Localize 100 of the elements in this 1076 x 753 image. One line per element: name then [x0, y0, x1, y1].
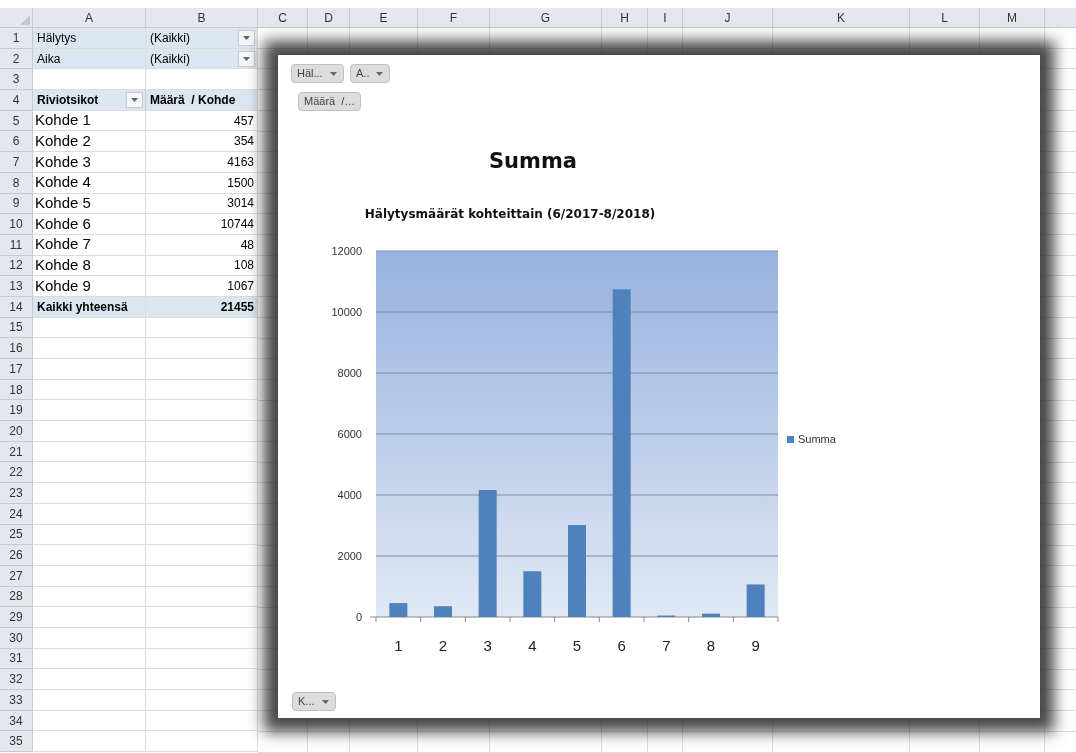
grid-cell[interactable]: Riviotsikot	[33, 90, 146, 111]
grid-cell[interactable]	[146, 627, 258, 649]
row-header[interactable]: 3	[0, 69, 33, 91]
row-header[interactable]: 21	[0, 441, 33, 463]
grid-cell[interactable]: 1500	[146, 172, 258, 194]
grid-cell[interactable]: 4163	[146, 152, 258, 173]
dropdown-button[interactable]	[238, 50, 255, 67]
dropdown-button[interactable]	[238, 29, 255, 46]
grid-cell[interactable]	[33, 690, 146, 711]
grid-cell[interactable]	[33, 586, 146, 608]
grid-cell[interactable]: Määrä / Kohde	[146, 90, 258, 111]
grid-cell[interactable]	[33, 627, 146, 649]
row-header[interactable]: 23	[0, 483, 33, 504]
grid-cell[interactable]	[33, 317, 146, 339]
column-header[interactable]: D	[308, 8, 350, 28]
grid-cell[interactable]	[146, 607, 258, 628]
row-header[interactable]: 18	[0, 379, 33, 401]
grid-cell[interactable]: Kaikki yhteensä	[33, 296, 146, 318]
grid-cell[interactable]	[33, 400, 146, 422]
grid-cell[interactable]: 3014	[146, 193, 258, 215]
grid-cell[interactable]	[146, 503, 258, 525]
column-header[interactable]: F	[418, 8, 490, 28]
grid-cell[interactable]	[146, 441, 258, 463]
row-header[interactable]: 20	[0, 421, 33, 442]
row-header[interactable]: 4	[0, 90, 33, 111]
row-header[interactable]: 25	[0, 524, 33, 546]
grid-cell[interactable]	[33, 379, 146, 401]
grid-cell[interactable]	[33, 607, 146, 628]
grid-cell[interactable]	[146, 586, 258, 608]
grid-cell[interactable]: 48	[146, 234, 258, 256]
grid-cell[interactable]	[33, 565, 146, 587]
grid-cell[interactable]	[33, 669, 146, 690]
grid-cell[interactable]: 21455	[146, 296, 258, 318]
grid-cell[interactable]	[33, 338, 146, 359]
grid-cell[interactable]: Aika	[33, 48, 146, 70]
grid-cell[interactable]	[33, 545, 146, 566]
grid-cell[interactable]: 10744	[146, 214, 258, 235]
grid-cell[interactable]	[33, 462, 146, 484]
grid-cell[interactable]: Hälytys	[33, 28, 146, 49]
grid-cell[interactable]: 108	[146, 255, 258, 277]
row-header[interactable]: 8	[0, 172, 33, 194]
grid-cell[interactable]: (Kaikki)	[146, 28, 258, 49]
row-header[interactable]: 17	[0, 359, 33, 380]
grid-cell[interactable]	[33, 483, 146, 504]
row-header[interactable]: 27	[0, 565, 33, 587]
grid-cell[interactable]	[146, 690, 258, 711]
grid-cell[interactable]: Kohde 1	[33, 110, 146, 132]
grid-cell[interactable]	[33, 503, 146, 525]
grid-cell[interactable]	[146, 731, 258, 753]
field-button[interactable]: A..	[350, 64, 391, 83]
column-header[interactable]: H	[602, 8, 648, 28]
grid-cell[interactable]: Kohde 8	[33, 255, 146, 277]
row-header[interactable]: 11	[0, 234, 33, 256]
row-header[interactable]: 7	[0, 152, 33, 173]
row-header[interactable]: 19	[0, 400, 33, 422]
grid-cell[interactable]	[33, 710, 146, 732]
grid-cell[interactable]: 1067	[146, 276, 258, 297]
row-header[interactable]: 12	[0, 255, 33, 277]
grid-cell[interactable]	[146, 565, 258, 587]
grid-cell[interactable]: Kohde 6	[33, 214, 146, 235]
row-header[interactable]: 2	[0, 48, 33, 70]
grid-cell[interactable]	[33, 524, 146, 546]
select-all-corner[interactable]	[0, 8, 33, 28]
column-header[interactable]: I	[648, 8, 683, 28]
row-header[interactable]: 30	[0, 627, 33, 649]
column-header[interactable]: L	[910, 8, 980, 28]
grid-cell[interactable]: Kohde 5	[33, 193, 146, 215]
grid-cell[interactable]	[146, 421, 258, 442]
grid-cell[interactable]	[146, 359, 258, 380]
grid-cell[interactable]: Kohde 9	[33, 276, 146, 297]
grid-cell[interactable]: Kohde 4	[33, 172, 146, 194]
grid-cell[interactable]: Kohde 7	[33, 234, 146, 256]
row-header[interactable]: 14	[0, 296, 33, 318]
row-header[interactable]: 32	[0, 669, 33, 690]
grid-cell[interactable]	[146, 483, 258, 504]
grid-cell[interactable]: Kohde 3	[33, 152, 146, 173]
grid-cell[interactable]	[146, 379, 258, 401]
grid-cell[interactable]	[146, 317, 258, 339]
grid-cell[interactable]	[33, 421, 146, 442]
column-header[interactable]: A	[33, 8, 146, 28]
field-button[interactable]: Häl...	[291, 64, 344, 83]
grid-cell[interactable]	[146, 338, 258, 359]
row-header[interactable]: 6	[0, 131, 33, 153]
row-header[interactable]: 26	[0, 545, 33, 566]
field-button[interactable]: Määrä /…	[298, 92, 362, 111]
column-header[interactable]: J	[683, 8, 773, 28]
grid-cell[interactable]: Kohde 2	[33, 131, 146, 153]
grid-cell[interactable]	[146, 524, 258, 546]
grid-cell[interactable]	[146, 400, 258, 422]
row-header[interactable]: 10	[0, 214, 33, 235]
column-header[interactable]: G	[490, 8, 602, 28]
field-button[interactable]: K...	[292, 692, 336, 711]
grid-cell[interactable]	[146, 710, 258, 732]
column-header[interactable]: K	[773, 8, 910, 28]
row-header[interactable]: 24	[0, 503, 33, 525]
row-header[interactable]: 22	[0, 462, 33, 484]
row-header[interactable]: 16	[0, 338, 33, 359]
dropdown-button[interactable]	[126, 91, 143, 108]
grid-cell[interactable]: 354	[146, 131, 258, 153]
row-header[interactable]: 13	[0, 276, 33, 297]
